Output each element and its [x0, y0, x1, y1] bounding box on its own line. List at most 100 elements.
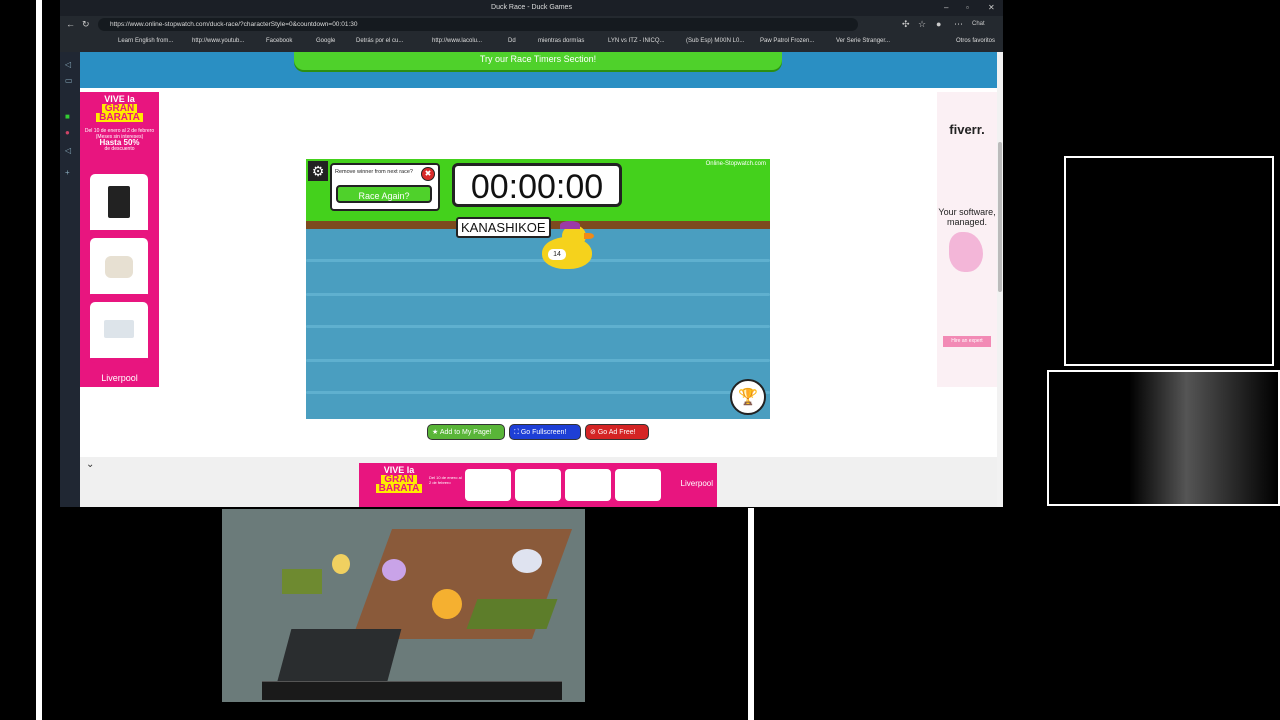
ad-product[interactable] — [90, 238, 148, 299]
ad-details: Del 10 de enero al 2 de febrero (Meses s… — [84, 128, 155, 152]
add-to-page-label: Add to My Page! — [439, 429, 492, 436]
extensions-icon[interactable]: ✣ — [902, 19, 910, 30]
stream-overlay-panel-2 — [1047, 370, 1280, 506]
app-icon[interactable]: ● — [65, 128, 70, 137]
speaker-icon[interactable]: ◁ — [65, 146, 71, 155]
speaker-icon[interactable]: ◁ — [65, 60, 71, 69]
top-band: Try our Race Timers Section! — [80, 52, 997, 88]
url-input[interactable]: https://www.online-stopwatch.com/duck-ra… — [98, 18, 858, 31]
duck-beak — [584, 233, 594, 239]
duck-race-game[interactable]: ⚙ Remove winner from next race? ✖ Race A… — [306, 159, 770, 419]
bookmark-item[interactable]: http://www.youtub... — [192, 38, 244, 44]
web-page: Try our Race Timers Section! VIVE la GRA… — [80, 52, 997, 507]
bookmark-item[interactable]: LYN vs ITZ - INICQ... — [608, 38, 665, 44]
ad-left[interactable]: VIVE la GRAN BARATA Del 10 de enero al 2… — [80, 92, 159, 387]
fiverr-logo: fiverr. — [949, 122, 985, 137]
grass-patch — [282, 569, 322, 594]
close-icon[interactable]: ✖ — [421, 167, 435, 181]
ad-logo: Liverpool — [680, 479, 713, 488]
ad-headline: VIVE la GRAN BARATA — [84, 95, 155, 123]
add-to-page-button[interactable]: ★ Add to My Page! — [427, 424, 505, 440]
fullscreen-label: Go Fullscreen! — [520, 429, 567, 436]
water-wave — [306, 259, 770, 262]
ad-desc: de descuento — [104, 146, 135, 152]
chair-image — [105, 256, 133, 278]
stream-overlay-panel — [1064, 156, 1274, 366]
bookmark-item[interactable]: Dd — [508, 38, 516, 44]
ad-product[interactable] — [465, 469, 511, 501]
ad-headline: VIVE la GRAN BARATA — [369, 466, 429, 494]
favorites-icon[interactable]: ☆ — [918, 19, 926, 30]
game-capture-thumbnail — [222, 509, 585, 702]
bookmark-item[interactable]: Learn English from... — [118, 38, 173, 44]
ad-free-label: Go Ad Free! — [597, 429, 636, 436]
race-timer: 00:00:00 — [452, 163, 622, 207]
ad-bottom[interactable]: VIVE la GRAN BARATA Del 10 de enero al 2… — [359, 463, 717, 507]
duck-number: 14 — [548, 249, 566, 260]
divider-line — [748, 508, 754, 720]
window-title: Duck Race - Duck Games — [491, 4, 572, 11]
character-sprite — [382, 559, 406, 581]
address-toolbar: ← ↻ https://www.online-stopwatch.com/duc… — [60, 16, 1003, 34]
site-brand: Online-Stopwatch.com — [705, 161, 766, 167]
remove-winner-question: Remove winner from next race? — [335, 169, 413, 175]
left-white-strip — [36, 0, 42, 720]
app-icon[interactable]: ■ — [65, 112, 70, 121]
minimize-button[interactable]: – — [944, 3, 948, 12]
race-again-button[interactable]: Race Again? — [336, 185, 432, 203]
ad-tagline: Your software, managed. — [938, 207, 996, 227]
ad-right[interactable]: fiverr. Your software, managed. Hire an … — [937, 92, 997, 387]
appliance-image — [104, 320, 134, 338]
duck-hat — [560, 221, 580, 229]
title-bar: Duck Race - Duck Games – ▫ ✕ — [60, 0, 1003, 16]
ad-logo: Liverpool — [101, 373, 138, 383]
bookmark-item[interactable]: Ver Serie Stranger... — [836, 38, 890, 44]
character-sprite — [512, 549, 542, 573]
ad-barata: BARATA — [375, 484, 423, 494]
water-wave — [306, 391, 770, 394]
back-arrow-icon[interactable]: ← — [66, 19, 75, 29]
race-again-popup: Remove winner from next race? ✖ Race Aga… — [330, 163, 440, 211]
trophy-icon[interactable]: 🏆 — [730, 379, 766, 415]
game-hud-bar — [262, 681, 562, 700]
menu-icon[interactable]: ⋯ — [954, 19, 963, 30]
water-wave — [306, 325, 770, 328]
chat-button[interactable]: Chat — [972, 21, 985, 27]
ad-product[interactable] — [565, 469, 611, 501]
close-window-button[interactable]: ✕ — [988, 3, 995, 12]
fullscreen-button[interactable]: ⛶ Go Fullscreen! — [509, 424, 581, 440]
bookmark-item[interactable]: (Sub Esp) MIXIN L0... — [686, 38, 744, 44]
bookmark-item[interactable]: http://www.lacolu... — [432, 38, 482, 44]
bookmark-item[interactable]: Google — [316, 38, 335, 44]
bookmark-item[interactable]: mientras dormías — [538, 38, 584, 44]
maximize-button[interactable]: ▫ — [966, 3, 969, 12]
add-icon[interactable]: + — [65, 168, 70, 177]
browser-sidebar: ◁ ▭ ■ ● ◁ + — [60, 52, 80, 507]
star-icon: ★ — [432, 429, 439, 436]
bookmark-item[interactable]: Paw Patrol Frozen... — [760, 38, 814, 44]
chevron-down-icon[interactable]: ⌄ — [86, 459, 94, 470]
ad-product[interactable] — [90, 174, 148, 235]
scroll-thumb[interactable] — [998, 142, 1002, 292]
ad-product[interactable] — [615, 469, 661, 501]
duck-sprite: 14 — [542, 221, 594, 269]
ad-product[interactable] — [90, 302, 148, 363]
bookmark-item[interactable]: Detrás por el cu... — [356, 38, 403, 44]
ad-product[interactable] — [515, 469, 561, 501]
hire-expert-button[interactable]: Hire an expert — [943, 336, 991, 347]
water-wave — [306, 359, 770, 362]
profile-icon[interactable]: ● — [936, 19, 941, 29]
ad-free-button[interactable]: ⊘ Go Ad Free! — [585, 424, 649, 440]
page-scrollbar[interactable] — [997, 52, 1003, 507]
no-ads-icon: ⊘ — [590, 429, 596, 436]
reload-icon[interactable]: ↻ — [82, 19, 90, 30]
settings-gear-icon[interactable]: ⚙ — [308, 161, 328, 181]
race-timers-button[interactable]: Try our Race Timers Section! — [294, 52, 782, 70]
bookmark-item[interactable]: Facebook — [266, 38, 292, 44]
bookmark-folder-other[interactable]: Otros favoritos — [956, 38, 995, 44]
spell-effect — [432, 589, 462, 619]
character-sprite — [332, 554, 350, 574]
ad-barata: BARATA — [96, 113, 143, 123]
tab-icon[interactable]: ▭ — [65, 76, 73, 85]
expand-icon: ⛶ — [514, 429, 519, 436]
